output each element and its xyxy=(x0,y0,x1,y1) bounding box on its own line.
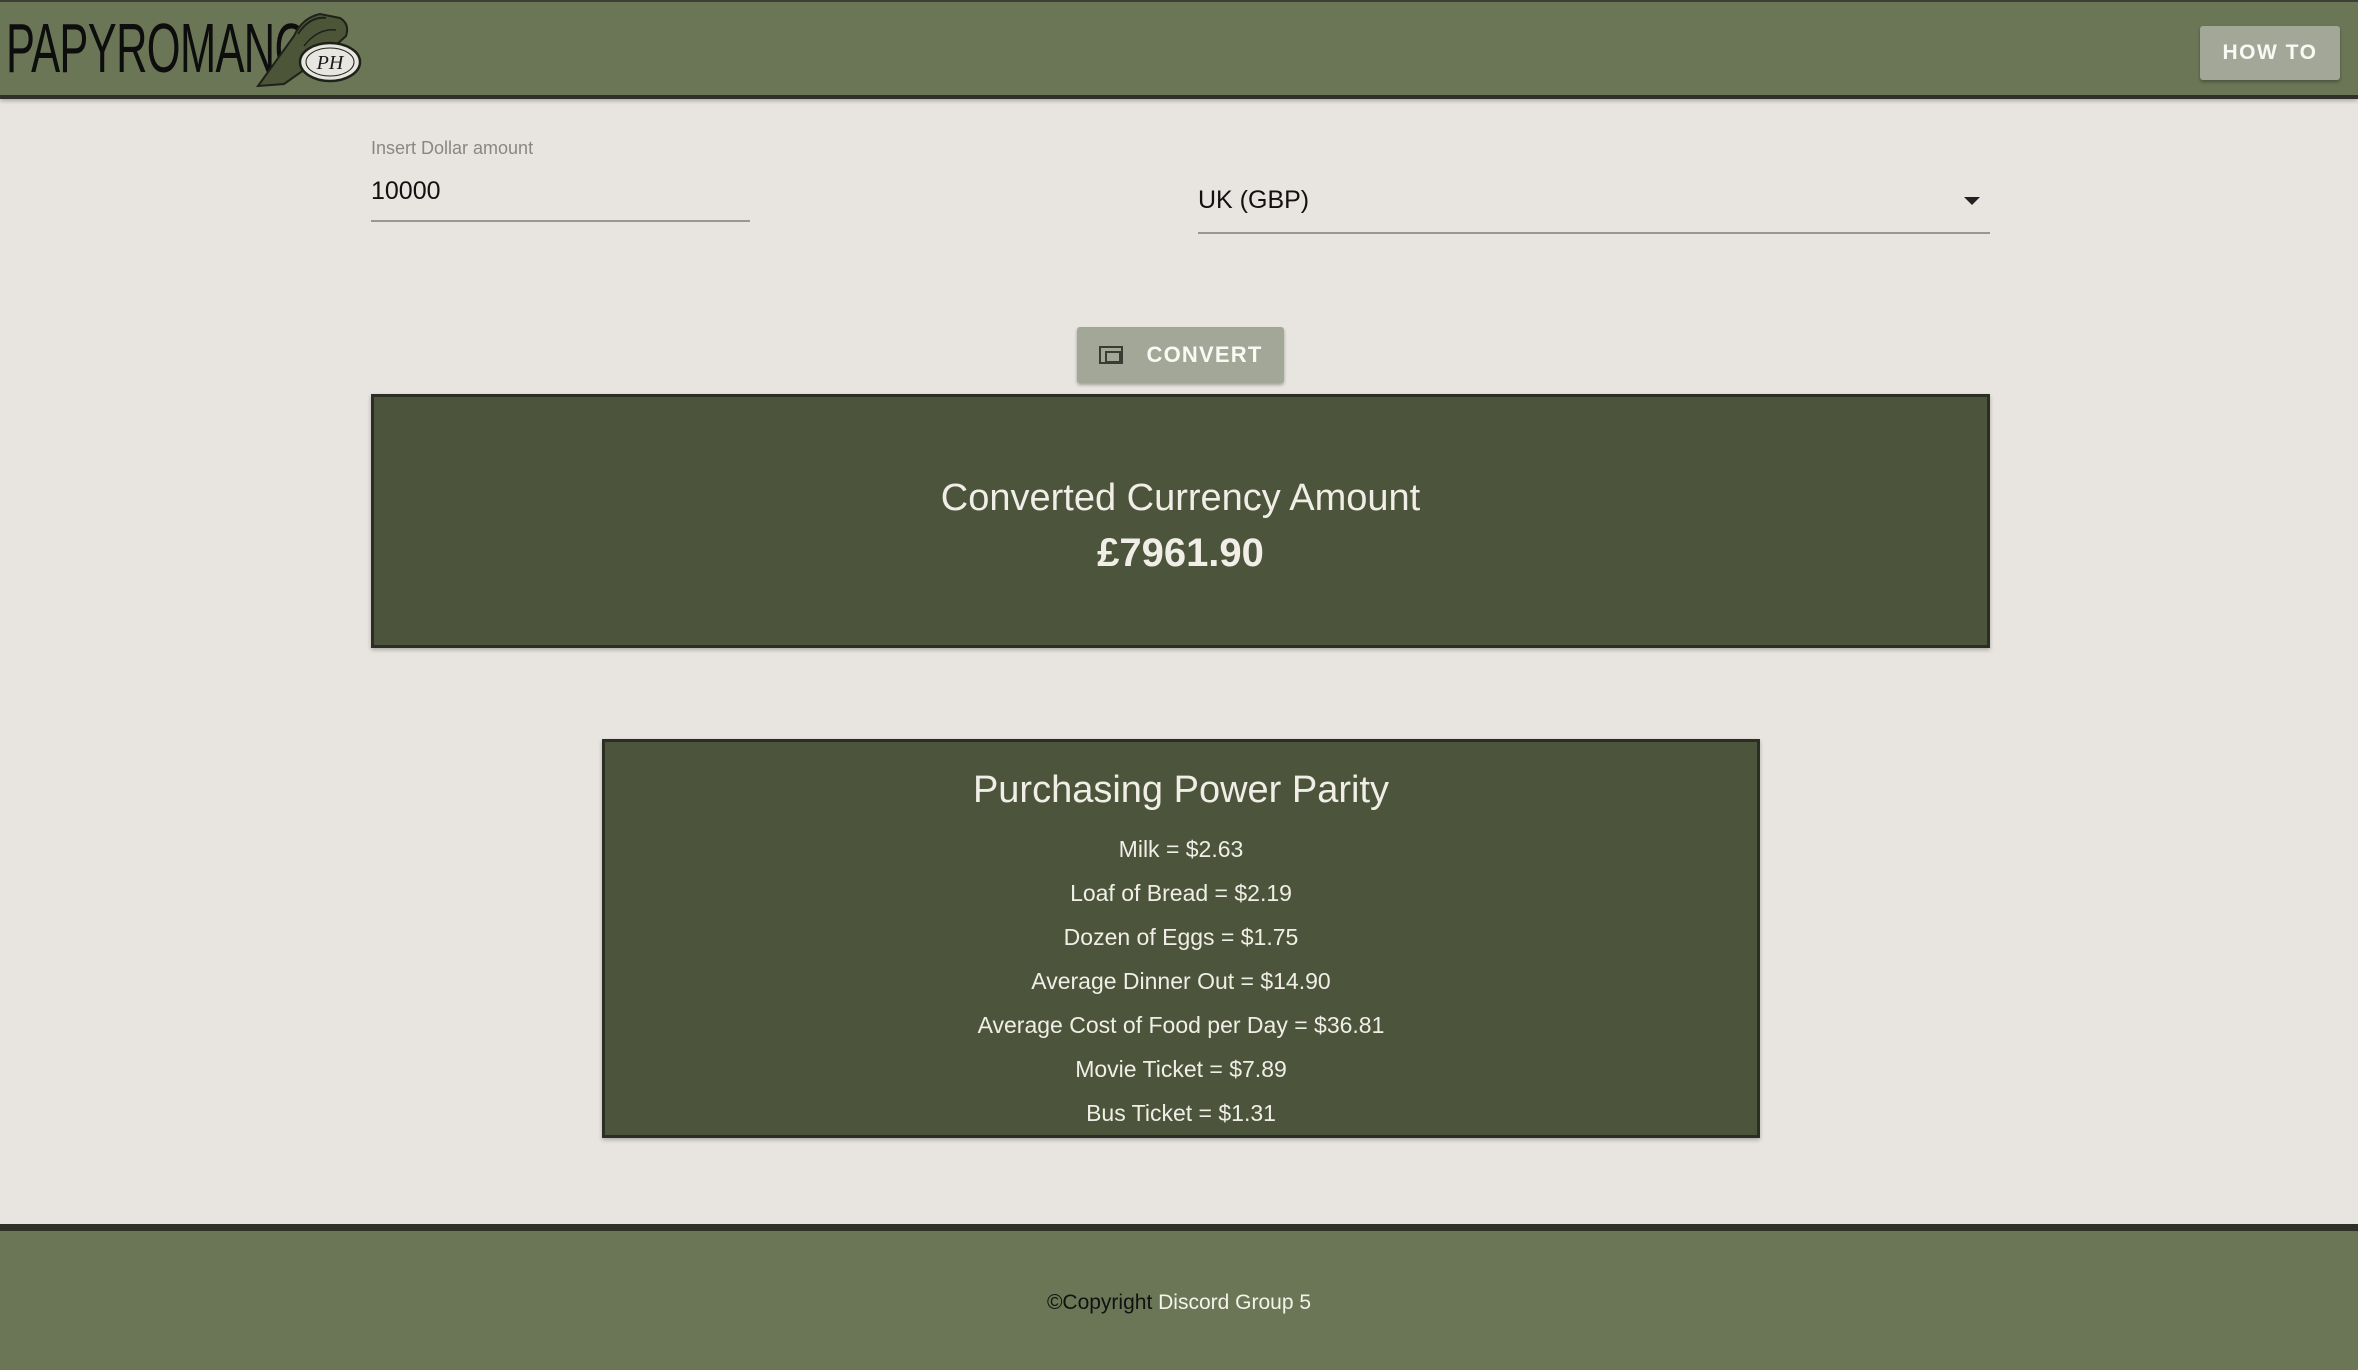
dollar-amount-field: Insert Dollar amount xyxy=(371,138,750,222)
money-icon xyxy=(1098,346,1123,364)
dollar-amount-input[interactable] xyxy=(371,162,750,222)
how-to-button[interactable]: HOW TO xyxy=(2200,26,2340,80)
footer-copyright: ©Copyright Discord Group 5 xyxy=(0,1291,2358,1315)
ppp-item-bread: Loaf of Bread = $2.19 xyxy=(1070,880,1292,906)
convert-label: CONVERT xyxy=(1146,342,1263,367)
ppp-item-milk: Milk = $2.63 xyxy=(1118,836,1244,862)
copyright-mark: ©Copyright xyxy=(1046,1291,1153,1314)
ppp-item-bus-ticket: Bus Ticket = $1.31 xyxy=(1086,1100,1276,1126)
footer: ©Copyright Discord Group 5 xyxy=(0,1224,2358,1370)
purchasing-power-panel: Purchasing Power Parity Milk = $2.63 Loa… xyxy=(602,739,1760,1138)
converted-amount-panel: Converted Currency Amount £7961.90 xyxy=(371,394,1990,648)
dollar-amount-label: Insert Dollar amount xyxy=(371,138,534,158)
converted-amount-value: £7961.90 xyxy=(1097,531,1264,575)
logo-text: PAPYROMANCY xyxy=(6,9,334,87)
ppp-item-movie-ticket: Movie Ticket = $7.89 xyxy=(1075,1056,1287,1082)
ppp-item-eggs: Dozen of Eggs = $1.75 xyxy=(1063,924,1299,950)
papyrus-scroll-icon: PH xyxy=(255,12,362,88)
copyright-owner: Discord Group 5 xyxy=(1158,1291,1312,1314)
ppp-item-food-per-day: Average Cost of Food per Day = $36.81 xyxy=(977,1012,1385,1038)
caret-down-icon[interactable] xyxy=(1964,197,1980,205)
logo[interactable]: PAPYROMANCY PH xyxy=(6,6,416,90)
currency-select[interactable]: UK (GBP) xyxy=(1198,172,1990,234)
ppp-title: Purchasing Power Parity xyxy=(972,769,1390,811)
logo-emblem-text: PH xyxy=(316,52,345,74)
converted-amount-title: Converted Currency Amount xyxy=(940,477,1421,519)
top-bar: PAPYROMANCY PH HOW TO xyxy=(0,0,2358,99)
currency-selected-value: UK (GBP) xyxy=(1198,186,1310,214)
ppp-item-dinner: Average Dinner Out = $14.90 xyxy=(1031,968,1331,994)
ppp-list: Milk = $2.63 Loaf of Bread = $2.19 Dozen… xyxy=(605,827,1757,1135)
convert-button[interactable]: CONVERT xyxy=(1077,327,1284,383)
